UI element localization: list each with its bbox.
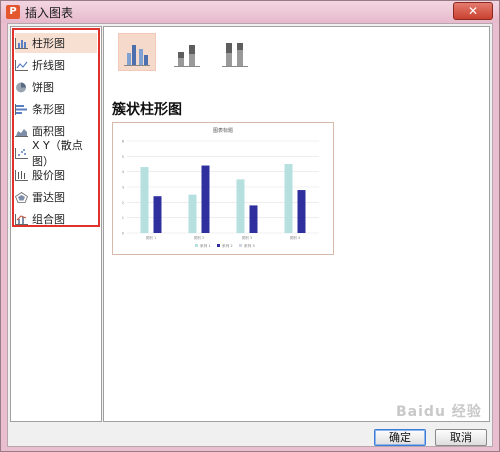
bar <box>140 167 149 233</box>
percent-stacked-column-icon <box>222 43 248 67</box>
app-logo-icon: P <box>6 5 20 19</box>
bar <box>249 205 258 233</box>
x-tick-label: 类别 1 <box>146 235 157 240</box>
subtype-stacked-column[interactable] <box>168 33 206 71</box>
preview-chart: 图表标题 0 1 2 3 4 5 6 类别 1 类别 2 类别 3 类别 4 系列 1 系列 2 系列 3 <box>122 127 319 248</box>
bar <box>297 190 306 233</box>
y-tick-label: 2 <box>122 201 124 205</box>
bar <box>236 179 245 233</box>
insert-chart-dialog: P 插入图表 ✕ 柱形图 折线图 饼图 条形图 面积图 X Y（散点图） 股价图… <box>0 0 500 452</box>
chart-subtype-pane: 簇状柱形图 图表标题 0 1 2 3 4 5 6 类别 1 类别 2 类别 3 类别 4 系列 1 系列 … <box>103 26 490 422</box>
clustered-column-icon <box>124 45 150 66</box>
stacked-column-icon <box>174 45 200 67</box>
chart-title: 图表标题 <box>213 127 233 134</box>
title-bar[interactable]: P 插入图表 ✕ <box>1 1 499 23</box>
watermark: Baidu 经验 <box>396 404 482 420</box>
y-tick-label: 4 <box>122 170 125 174</box>
legend-swatch <box>217 244 220 247</box>
y-tick-label: 0 <box>122 232 125 236</box>
legend-label: 系列 3 <box>244 243 255 248</box>
legend-label: 系列 2 <box>222 243 233 248</box>
y-tick-label: 5 <box>122 155 124 159</box>
annotation-highlight-box <box>12 28 100 227</box>
legend-swatch <box>239 244 242 247</box>
y-tick-label: 6 <box>122 140 125 144</box>
bar <box>284 164 293 233</box>
subtype-clustered-column[interactable] <box>118 33 156 71</box>
cancel-button[interactable]: 取消 <box>435 429 487 446</box>
dialog-body: 柱形图 折线图 饼图 条形图 面积图 X Y（散点图） 股价图 雷达图 组合图 … <box>7 23 493 447</box>
dialog-title: 插入图表 <box>25 6 74 20</box>
ok-button[interactable]: 确定 <box>374 429 426 446</box>
y-tick-label: 1 <box>122 216 124 220</box>
x-tick-label: 类别 3 <box>242 235 253 240</box>
subtype-percent-stacked-column[interactable] <box>216 33 254 71</box>
bar <box>188 194 197 233</box>
x-tick-label: 类别 2 <box>194 235 205 240</box>
chart-subtype-heading: 簇状柱形图 <box>112 102 182 118</box>
legend-label: 系列 1 <box>200 243 211 248</box>
x-tick-label: 类别 4 <box>290 235 301 240</box>
bar <box>201 165 210 233</box>
legend-swatch <box>195 244 198 247</box>
y-tick-label: 3 <box>122 186 124 190</box>
bar <box>153 196 162 233</box>
chart-type-list: 柱形图 折线图 饼图 条形图 面积图 X Y（散点图） 股价图 雷达图 组合图 <box>10 26 102 422</box>
close-button[interactable]: ✕ <box>453 2 493 20</box>
chart-preview: 图表标题 0 1 2 3 4 5 6 类别 1 类别 2 类别 3 类别 4 系列 1 系列 2 系列 3 <box>112 122 334 255</box>
